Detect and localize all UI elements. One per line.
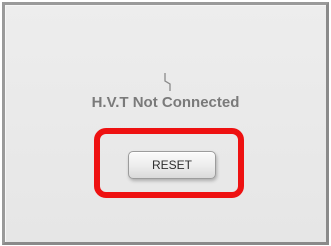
reset-button[interactable]: RESET	[128, 151, 216, 179]
hvt-status-panel	[2, 2, 329, 245]
unplugged-bolt-icon	[164, 73, 171, 91]
connection-status-message: H.V.T Not Connected	[91, 94, 240, 111]
panel-bevel	[5, 5, 326, 242]
